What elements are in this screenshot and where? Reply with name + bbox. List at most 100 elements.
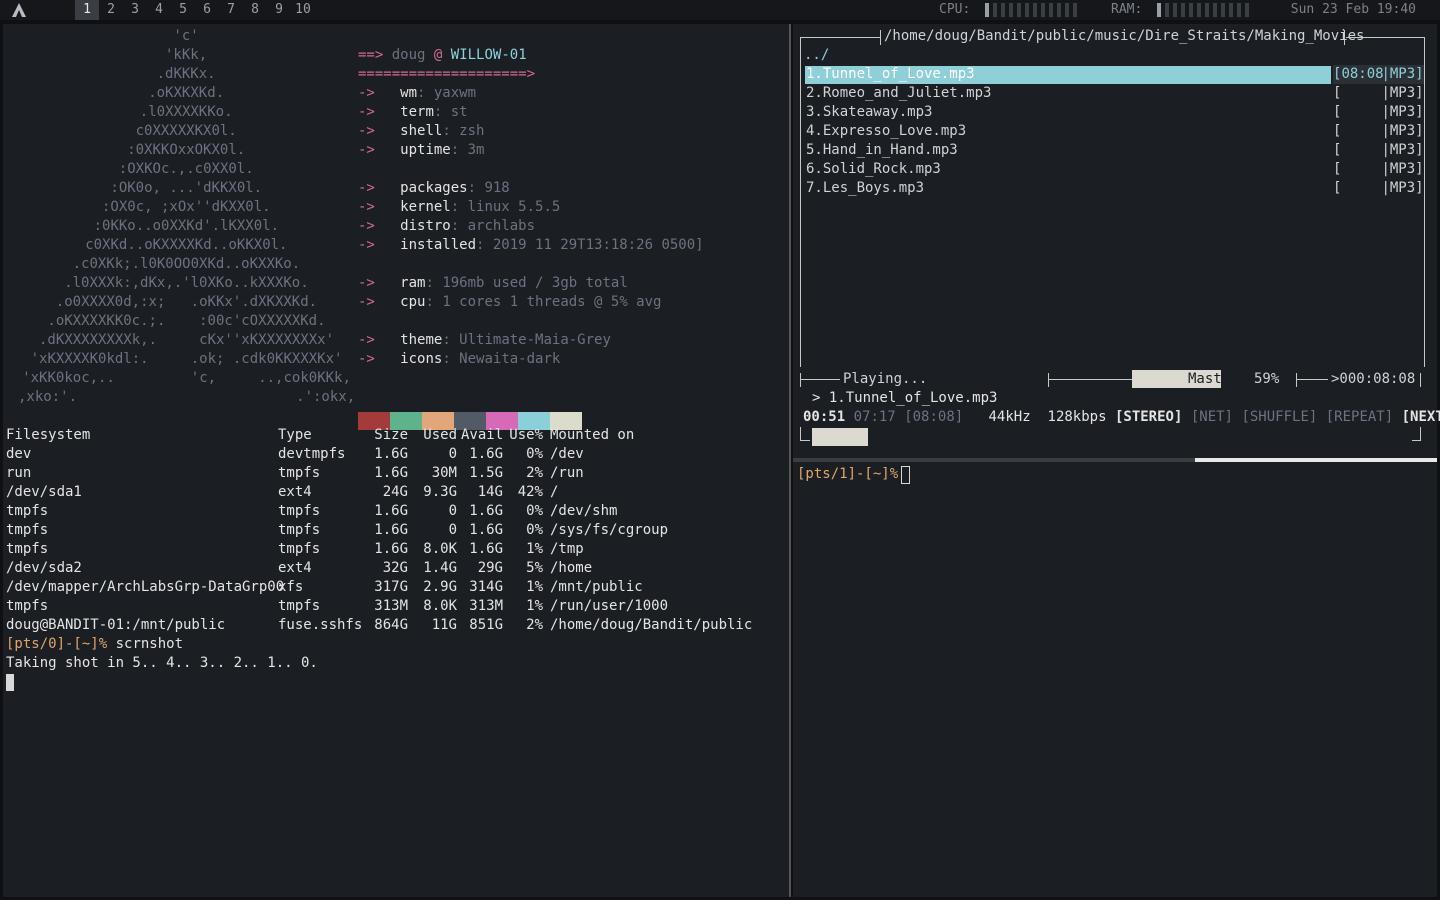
total-playtime: >000:08:08 (1331, 371, 1416, 387)
info-arrow: -> (358, 142, 375, 158)
playback-info: 00:51 07:17 [08:08] 44kHz 128kbps [STERE… (803, 408, 1440, 427)
df-row-cell: /dev/sda2 (6, 560, 82, 576)
info-key: distro (400, 218, 451, 234)
meter-segment (1025, 3, 1029, 17)
meter-segment (1237, 3, 1241, 17)
meter-segment (1041, 3, 1045, 17)
df-row-cell: 8.0K (423, 541, 457, 557)
workspace-5[interactable]: 5 (171, 0, 195, 20)
net-flag: [NET] (1190, 409, 1233, 425)
info-row-uptime: -> uptime: 3m (358, 141, 484, 160)
info-key: uptime (400, 142, 451, 158)
info-row-shell: -> shell: zsh (358, 122, 484, 141)
df-header-cell: Use% (509, 427, 543, 443)
df-row-cell: 1.6G (374, 522, 408, 538)
workspace-7[interactable]: 7 (219, 0, 243, 20)
status-rule (1048, 379, 1132, 380)
df-row-cell: tmpfs (6, 598, 49, 614)
track-item[interactable]: 5.Hand_in_Hand.mp3 (806, 141, 958, 160)
workspace-10[interactable]: 10 (291, 0, 315, 20)
top-bar: 1 2 3 4 5 6 7 8 9 10 CPU: RAM: Sun 23 Feb 19:40 (0, 0, 1440, 20)
ascii-line: 'xKXXXXK0kdl:. .ok; .cdk0KKXXXKx' (30, 351, 343, 367)
df-row-cell: tmpfs (6, 541, 49, 557)
terminal-cursor (6, 674, 14, 691)
now-playing: > 1.Tunnel_of_Love.mp3 (812, 390, 998, 406)
df-row-cell: 313M (469, 598, 503, 614)
parent-dir[interactable]: ../ (804, 46, 829, 65)
progress-bar[interactable] (812, 428, 868, 446)
df-row-cell: 1% (526, 598, 543, 614)
track-item[interactable]: 3.Skateaway.mp3 (806, 103, 932, 122)
terminal-right-bottom[interactable]: [pts/1]-[~]% (793, 462, 1437, 897)
border-tick (1420, 373, 1421, 387)
info-colon: : (425, 294, 443, 310)
df-row-cell: 8.0K (423, 598, 457, 614)
meter-segment (1189, 3, 1193, 17)
df-row-cell: 1.6G (469, 541, 503, 557)
meter-segment (985, 3, 989, 17)
track-time: [|MP3] (1333, 85, 1424, 101)
df-row-cell: ext4 (278, 560, 312, 576)
df-row-cell: 42% (517, 484, 543, 500)
workspace-8[interactable]: 8 (243, 0, 267, 20)
ascii-line: c0XXXXXKX0l. (135, 123, 237, 139)
status-rule (800, 379, 840, 380)
df-row-cell: tmpfs (278, 465, 321, 481)
track-item[interactable]: 4.Expresso_Love.mp3 (806, 122, 966, 141)
workspace-6[interactable]: 6 (195, 0, 219, 20)
meter-segment (1213, 3, 1217, 17)
info-value: Ultimate-Maia-Grey (459, 332, 611, 348)
workspace-4[interactable]: 4 (147, 0, 171, 20)
info-key: theme (400, 332, 443, 348)
info-colon: : (425, 275, 443, 291)
terminal-left[interactable]: 'c' 'kKk, .dKKKx. .oKXKXKd. .l0XXXXKKo. c0XXX… (3, 24, 791, 897)
info-arrow: -> (358, 294, 375, 310)
clock: Sun 23 Feb 19:40 (1290, 2, 1416, 17)
info-value: yaxwm (433, 85, 477, 101)
df-row-cell: 1% (526, 579, 543, 595)
info-key: shell (400, 123, 443, 139)
info-colon: : (450, 199, 468, 215)
track-item[interactable]: 1.Tunnel_of_Love.mp3 (806, 65, 975, 84)
ascii-line: .dKKKx. (156, 66, 216, 82)
border-left (800, 37, 801, 367)
df-row-cell: 29G (477, 560, 503, 576)
ascii-line: .o0XXXX0d,:x; .oKKx'.dXKXXKd. (55, 294, 318, 310)
track-item[interactable]: 6.Solid_Rock.mp3 (806, 160, 941, 179)
df-header-cell: Size (374, 427, 408, 443)
info-value: 918 (484, 180, 510, 196)
track-total: [08:08] (904, 409, 964, 425)
ascii-line: .oKXXXXKK0c.;. :00c'cOXXXXXKd. (47, 313, 326, 329)
df-header-cell: Used (423, 427, 457, 443)
track-item[interactable]: 7.Les_Boys.mp3 (806, 179, 924, 198)
meter-segment (1181, 3, 1185, 17)
info-key: cpu (400, 294, 426, 310)
info-row-ram: -> ram: 196mb used / 3gb total (358, 274, 628, 293)
workspace-9[interactable]: 9 (267, 0, 291, 20)
df-row-cell: 5% (526, 560, 543, 576)
info-value: linux 5.5.5 (467, 199, 561, 215)
df-header-cell: Mounted on (550, 427, 635, 443)
ascii-line: 'kKk, (165, 47, 208, 63)
df-row-cell: /mnt/public (550, 579, 643, 595)
track-item[interactable]: 2.Romeo_and_Juliet.mp3 (806, 84, 991, 103)
workspace-3[interactable]: 3 (123, 0, 147, 20)
border-tick (1420, 427, 1421, 441)
workspace-2[interactable]: 2 (99, 0, 123, 20)
info-row-icons: -> icons: Newaita-dark (358, 350, 560, 369)
info-value: 1 cores 1 threads @ 5% avg (442, 294, 662, 310)
df-row-cell: 1.6G (374, 503, 408, 519)
info-arrow: -> (358, 85, 375, 101)
border-tick (800, 427, 801, 441)
df-row-cell: dev (6, 446, 32, 462)
info-key: wm (400, 85, 418, 101)
workspace-1[interactable]: 1 (75, 0, 99, 20)
shell-prompt-line: [pts/0]-[~]% scrnshot (6, 635, 183, 654)
df-row-cell: /dev (550, 446, 584, 462)
meter-segment (1165, 3, 1169, 17)
info-colon: : (442, 332, 460, 348)
df-row-cell: 1.6G (374, 541, 408, 557)
info-row-term: -> term: st (358, 103, 468, 122)
info-value: 3m (467, 142, 485, 158)
info-row-installed: -> installed: 2019 11 29T13:18:26 0500] (358, 236, 704, 255)
